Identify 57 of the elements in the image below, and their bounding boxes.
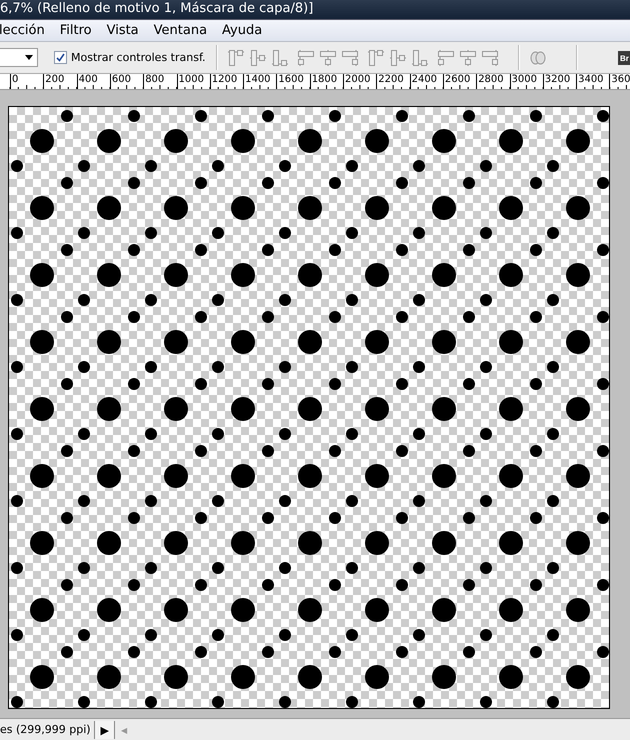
align-icon: [320, 50, 336, 66]
ruler-label: 360: [609, 74, 630, 89]
align-button[interactable]: [250, 50, 266, 66]
align-icon: [250, 50, 266, 66]
menu-item[interactable]: Filtro: [60, 20, 99, 41]
align-button[interactable]: [438, 50, 454, 66]
align-icon: [460, 50, 476, 66]
masks-icon: [530, 50, 546, 66]
window-title: 6,7% (Relleno de motivo 1, Máscara de capa/8)]: [0, 0, 630, 20]
align-icon: [438, 50, 454, 66]
align-button[interactable]: [390, 50, 406, 66]
ruler-label: 2400: [410, 74, 438, 89]
align-icon: [228, 50, 244, 66]
auto-align-button[interactable]: [530, 50, 546, 66]
menu-item[interactable]: Ventana: [154, 20, 214, 41]
align-button[interactable]: [342, 50, 358, 66]
caret-icon: [25, 55, 33, 60]
ruler-label: 600: [110, 74, 131, 89]
show-transform-checkbox[interactable]: Mostrar controles transf.: [54, 51, 206, 64]
align-icon: [272, 50, 288, 66]
align-button[interactable]: [368, 50, 384, 66]
ruler-label: 1400: [243, 74, 271, 89]
bridge-button[interactable]: Br: [618, 50, 630, 64]
align-button[interactable]: [320, 50, 336, 66]
align-button[interactable]: [460, 50, 476, 66]
ruler-label: 2800: [476, 74, 504, 89]
checkmark-icon: [56, 53, 65, 62]
ruler-label: 1600: [276, 74, 304, 89]
status-menu-button[interactable]: ▶: [95, 721, 115, 739]
ruler-label: 0: [10, 74, 18, 89]
ruler-label: 1200: [210, 74, 238, 89]
align-button[interactable]: [228, 50, 244, 66]
ruler-label: 3200: [542, 74, 570, 89]
ruler-label: 2600: [442, 74, 470, 89]
ruler-label: 200: [43, 74, 64, 89]
ruler-label: 1800: [310, 74, 338, 89]
ruler-label: 1000: [176, 74, 204, 89]
align-icon: [342, 50, 358, 66]
ruler-label: 3400: [576, 74, 604, 89]
align-button[interactable]: [412, 50, 428, 66]
ruler-label: 400: [76, 74, 98, 89]
align-icon: [482, 50, 498, 66]
menu-item[interactable]: Ayuda: [222, 20, 270, 41]
ruler-label: 2200: [376, 74, 404, 89]
menu-item[interactable]: lección: [0, 20, 52, 41]
preset-dropdown[interactable]: [0, 48, 38, 67]
menu-item[interactable]: Vista: [106, 20, 146, 41]
align-button[interactable]: [482, 50, 498, 66]
align-icon: [412, 50, 428, 66]
align-icon: [298, 50, 314, 66]
ruler-label: 3000: [510, 74, 537, 89]
align-icon: [368, 50, 384, 66]
align-button[interactable]: [298, 50, 314, 66]
ruler-label: 800: [143, 74, 164, 89]
align-icon: [390, 50, 406, 66]
ruler-label: 2000: [343, 74, 370, 89]
align-button[interactable]: [272, 50, 288, 66]
